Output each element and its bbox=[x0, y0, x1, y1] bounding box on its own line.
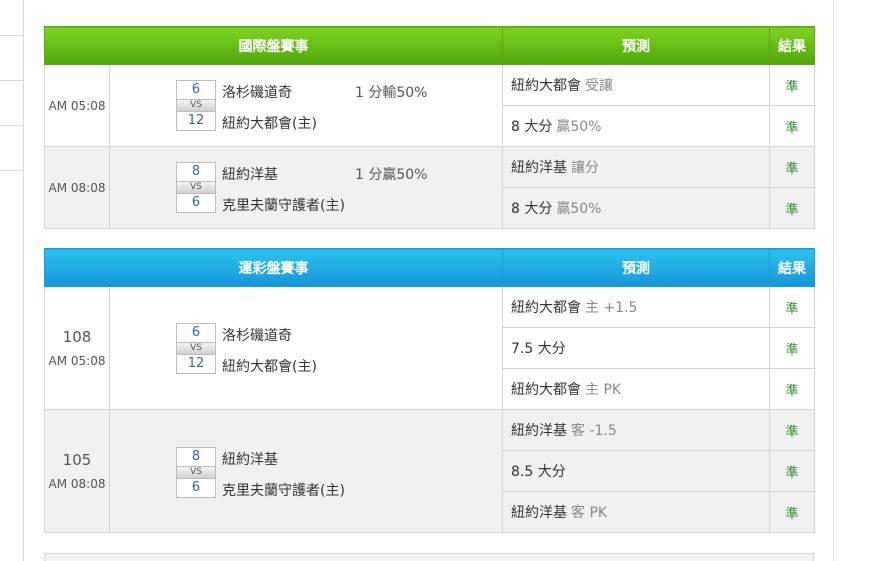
result-cell: 準 bbox=[769, 286, 815, 328]
header-prediction: 預測 bbox=[502, 248, 770, 287]
table-row: 108 AM 05:08 6 VS 12 洛杉磯道奇 紐約大都會(主) 紐約大都會… bbox=[44, 286, 815, 410]
game-time: 105 AM 08:08 bbox=[44, 409, 110, 533]
away-score: 8 bbox=[176, 447, 216, 467]
header-prediction: 預測 bbox=[502, 26, 770, 65]
vs-label: VS bbox=[176, 182, 216, 193]
result-cell: 準 bbox=[769, 409, 815, 451]
result-cell: 準 bbox=[769, 368, 815, 410]
scoreboard: 8 VS 6 bbox=[176, 162, 216, 213]
prediction-cell: 8 大分 贏50% bbox=[502, 105, 770, 147]
prediction-cell: 7.5 大分 bbox=[502, 327, 770, 369]
scoreboard: 8 VS 6 bbox=[176, 447, 216, 498]
prediction-cell: 8 大分 贏50% bbox=[502, 187, 770, 229]
match-cell[interactable]: 8 VS 6 紐約洋基 克里夫蘭守護者(主) 1 分贏50% bbox=[109, 146, 503, 229]
match-cell[interactable]: 6 VS 12 洛杉磯道奇 紐約大都會(主) bbox=[109, 286, 503, 410]
result-cell: 準 bbox=[769, 64, 815, 106]
match-cell[interactable]: 8 VS 6 紐約洋基 克里夫蘭守護者(主) bbox=[109, 409, 503, 533]
sidebar-divider bbox=[0, 35, 24, 36]
scoreboard: 6 VS 12 bbox=[176, 323, 216, 374]
handicap-result: 1 分贏50% bbox=[355, 167, 428, 183]
away-team: 紐約洋基 bbox=[222, 452, 278, 468]
game-number: 105 bbox=[62, 451, 92, 469]
prediction-cell: 紐約洋基客 PK bbox=[502, 491, 770, 533]
international-odds-table: 國際盤賽事 預測 結果 AM 05:08 6 VS 12 洛杉磯道奇 紐約大都會… bbox=[44, 26, 815, 229]
header-result: 結果 bbox=[769, 26, 815, 65]
vs-label: VS bbox=[176, 100, 216, 111]
result-cell: 準 bbox=[769, 187, 815, 229]
home-score: 12 bbox=[176, 354, 216, 374]
home-team: 紐約大都會(主) bbox=[222, 116, 317, 132]
prediction-cell: 紐約大都會主 PK bbox=[502, 368, 770, 410]
left-sidebar bbox=[0, 0, 24, 561]
sidebar-divider bbox=[0, 125, 24, 126]
result-cell: 準 bbox=[769, 146, 815, 188]
prediction-cell: 紐約洋基 讓分 bbox=[502, 146, 770, 188]
table-row: AM 08:08 8 VS 6 紐約洋基 克里夫蘭守護者(主) 1 分贏50% … bbox=[44, 146, 815, 229]
away-score: 6 bbox=[176, 323, 216, 343]
match-cell[interactable]: 6 VS 12 洛杉磯道奇 紐約大都會(主) 1 分輸50% bbox=[109, 64, 503, 147]
scoreboard: 6 VS 12 bbox=[176, 80, 216, 131]
vs-label: VS bbox=[176, 467, 216, 478]
handicap-result: 1 分輸50% bbox=[355, 85, 428, 101]
prediction-cell: 紐約洋基客 -1.5 bbox=[502, 409, 770, 451]
header-result: 結果 bbox=[769, 248, 815, 287]
prediction-cell: 8.5 大分 bbox=[502, 450, 770, 492]
game-time: 108 AM 05:08 bbox=[44, 286, 110, 410]
prediction-cell: 紐約大都會 受讓 bbox=[502, 64, 770, 106]
game-time: AM 05:08 bbox=[44, 64, 110, 147]
content-border bbox=[833, 0, 834, 561]
result-cell: 準 bbox=[769, 491, 815, 533]
result-cell: 準 bbox=[769, 327, 815, 369]
vs-label: VS bbox=[176, 343, 216, 354]
home-score: 6 bbox=[176, 193, 216, 213]
table-row: 105 AM 08:08 8 VS 6 紐約洋基 克里夫蘭守護者(主) 紐約洋基客… bbox=[44, 409, 815, 533]
header-international-matches: 國際盤賽事 bbox=[44, 26, 503, 65]
table-header: 運彩盤賽事 預測 結果 bbox=[44, 248, 815, 287]
home-team: 克里夫蘭守護者(主) bbox=[222, 483, 345, 499]
table-header: 國際盤賽事 預測 結果 bbox=[44, 26, 815, 65]
away-score: 6 bbox=[176, 80, 216, 100]
prediction-cell: 紐約大都會主 +1.5 bbox=[502, 286, 770, 328]
header-lottery-matches: 運彩盤賽事 bbox=[44, 248, 503, 287]
away-score: 8 bbox=[176, 162, 216, 182]
lottery-odds-table: 運彩盤賽事 預測 結果 108 AM 05:08 6 VS 12 洛杉磯道奇 紐約… bbox=[44, 248, 815, 533]
away-team: 洛杉磯道奇 bbox=[222, 328, 292, 344]
result-cell: 準 bbox=[769, 450, 815, 492]
away-team: 洛杉磯道奇 bbox=[222, 85, 292, 101]
game-number: 108 bbox=[62, 328, 92, 346]
home-score: 12 bbox=[176, 111, 216, 131]
game-time: AM 08:08 bbox=[44, 146, 110, 229]
sidebar-divider bbox=[0, 170, 24, 171]
home-score: 6 bbox=[176, 478, 216, 498]
away-team: 紐約洋基 bbox=[222, 167, 278, 183]
next-section-edge bbox=[44, 553, 814, 561]
home-team: 克里夫蘭守護者(主) bbox=[222, 198, 345, 214]
result-cell: 準 bbox=[769, 105, 815, 147]
home-team: 紐約大都會(主) bbox=[222, 359, 317, 375]
table-row: AM 05:08 6 VS 12 洛杉磯道奇 紐約大都會(主) 1 分輸50% … bbox=[44, 64, 815, 147]
sidebar-divider bbox=[0, 80, 24, 81]
